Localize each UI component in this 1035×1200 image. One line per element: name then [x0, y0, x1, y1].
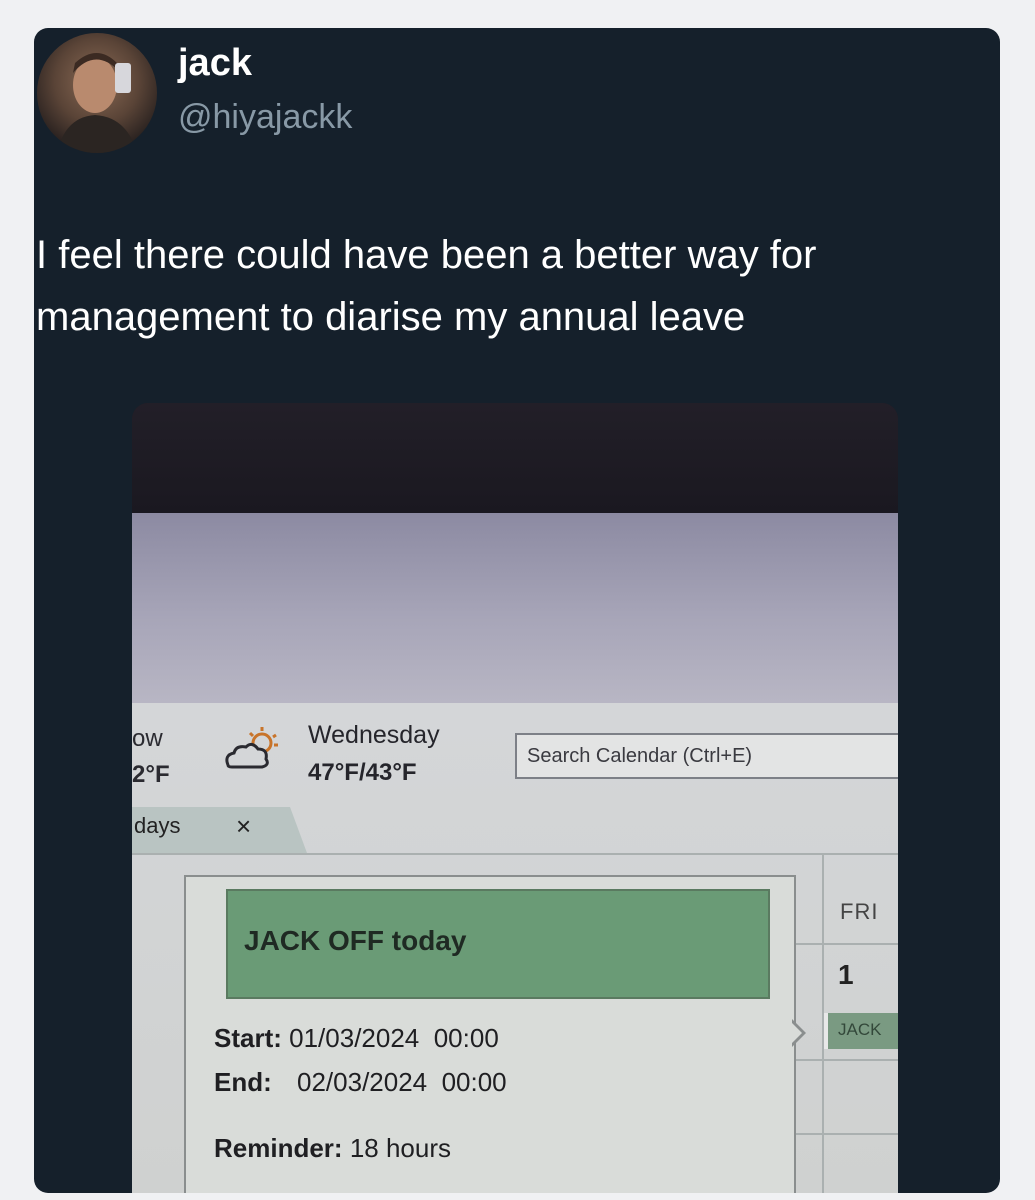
end-value: 02/03/2024 00:00 [297, 1067, 507, 1097]
event-title-bar[interactable]: JACK OFF today [226, 889, 770, 999]
tweet-card: jack @hiyajackk I feel there could have … [34, 28, 1000, 1193]
event-reminder-row: Reminder: 18 hours [214, 1133, 451, 1164]
weather-left-label: ow [132, 725, 163, 752]
event-chip[interactable]: JACK [824, 1013, 898, 1049]
event-start-row: Start: 01/03/2024 00:00 [214, 1023, 499, 1054]
start-label: Start: [214, 1023, 282, 1053]
tweet-text: I feel there could have been a better wa… [36, 233, 817, 339]
grid-line [792, 1133, 898, 1135]
grid-line [792, 943, 898, 945]
reminder-label: Reminder: [214, 1133, 343, 1163]
event-chip-label: JACK [838, 1020, 882, 1039]
start-value: 01/03/2024 00:00 [289, 1023, 499, 1053]
search-calendar-box[interactable] [515, 733, 898, 779]
author-handle[interactable]: @hiyajackk [178, 98, 352, 137]
partly-cloudy-icon [225, 727, 278, 769]
popup-pointer-fill [790, 1021, 802, 1045]
weather-left-temp: 2°F [132, 761, 170, 788]
grid-line [792, 1059, 898, 1061]
avatar[interactable] [37, 33, 157, 153]
event-title: JACK OFF today [244, 925, 467, 956]
attached-photo[interactable]: ow 2°F Wednesday 47°F/43°F days × FRI 1 [132, 403, 898, 1193]
tab-close-icon[interactable]: × [236, 811, 251, 842]
reminder-value: 18 hours [349, 1133, 451, 1163]
end-label: End: [214, 1067, 272, 1097]
event-peek-popup: JACK OFF today Start: 01/03/2024 00:00 E… [184, 875, 796, 1193]
weather-temp: 47°F/43°F [308, 759, 417, 786]
day-number[interactable]: 1 [838, 959, 854, 991]
grid-line [132, 853, 898, 855]
event-end-row: End: 02/03/2024 00:00 [214, 1067, 507, 1098]
weather-day: Wednesday [308, 721, 440, 749]
tab-label: days [134, 813, 181, 838]
author-name[interactable]: jack [178, 42, 252, 85]
day-header-fri: FRI [840, 899, 879, 924]
monitor-bezel [132, 403, 898, 515]
search-calendar-input[interactable] [517, 735, 889, 777]
avatar-photo [57, 53, 137, 153]
monitor-top-area [132, 513, 898, 703]
weather-left-partial: ow 2°F [132, 721, 170, 793]
